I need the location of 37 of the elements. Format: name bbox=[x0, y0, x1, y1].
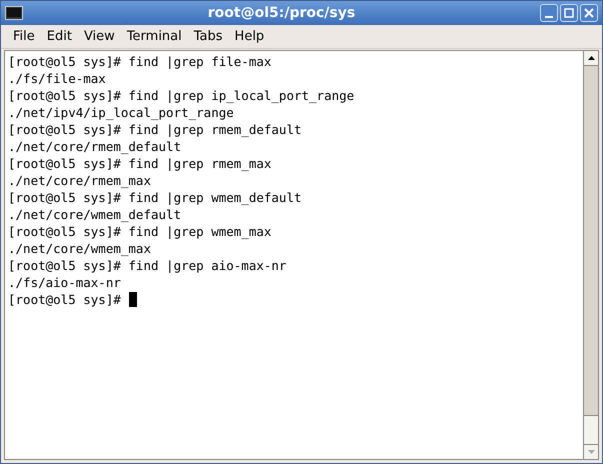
terminal-line: ./net/core/wmem_max bbox=[8, 240, 151, 257]
close-button[interactable] bbox=[580, 4, 598, 22]
maximize-icon bbox=[564, 8, 574, 18]
terminal-line: ./fs/file-max bbox=[8, 70, 106, 87]
terminal-line: [root@ol5 sys]# find |grep file-max bbox=[8, 53, 272, 70]
terminal-line: [root@ol5 sys]# find |grep wmem_max bbox=[8, 223, 272, 240]
terminal-line: ./net/ipv4/ip_local_port_range bbox=[8, 104, 234, 121]
terminal-icon bbox=[5, 6, 23, 20]
terminal-line: [root@ol5 sys]# find |grep aio-max-nr bbox=[8, 257, 286, 274]
terminal-line: ./net/core/rmem_max bbox=[8, 172, 151, 189]
text-cursor bbox=[128, 292, 137, 307]
terminal-line: ./net/core/wmem_default bbox=[8, 206, 182, 223]
scroll-thumb[interactable] bbox=[584, 415, 598, 445]
terminal-area[interactable] bbox=[5, 51, 583, 459]
menu-item[interactable]: Terminal bbox=[120, 26, 188, 46]
menu-item[interactable]: View bbox=[78, 26, 121, 46]
terminal-line: [root@ol5 sys]# find |grep wmem_default bbox=[8, 189, 302, 206]
terminal-line: [root@ol5 sys]# find |grep rmem_max bbox=[8, 155, 272, 172]
terminal-line: [root@ol5 sys]# find |grep ip_local_port_range bbox=[8, 87, 354, 104]
terminal-line: [root@ol5 sys]# find |grep rmem_default bbox=[8, 121, 302, 138]
up-arrow-icon bbox=[588, 56, 594, 60]
window-title: root@ol5:/proc/sys bbox=[206, 4, 356, 22]
terminal-line: ./net/core/rmem_default bbox=[8, 138, 182, 155]
down-arrow-icon bbox=[588, 450, 594, 454]
menu-item[interactable]: Edit bbox=[40, 26, 78, 46]
minimize-button[interactable] bbox=[540, 4, 558, 22]
terminal-line: ./fs/aio-max-nr bbox=[8, 274, 121, 291]
scrollbar[interactable] bbox=[583, 51, 598, 459]
scroll-down-button[interactable] bbox=[584, 445, 598, 459]
menu-item[interactable]: Help bbox=[228, 26, 270, 46]
terminal-prompt: [root@ol5 sys]# bbox=[8, 291, 121, 308]
maximize-button[interactable] bbox=[560, 4, 578, 22]
minimize-icon bbox=[545, 16, 553, 18]
scroll-up-button[interactable] bbox=[584, 51, 598, 66]
close-icon bbox=[584, 8, 594, 18]
menu-item[interactable]: Tabs bbox=[188, 26, 229, 46]
menu-item[interactable]: File bbox=[7, 26, 41, 46]
